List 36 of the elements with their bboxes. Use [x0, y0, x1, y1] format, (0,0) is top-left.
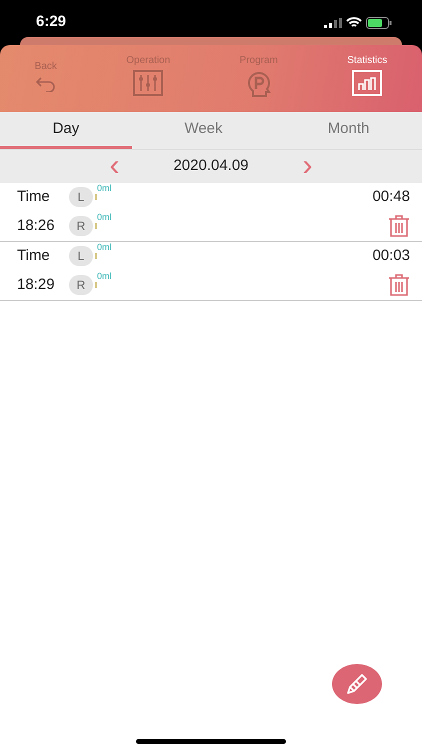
amount-label: 0ml — [97, 270, 112, 283]
nav-tab[interactable]: Statistics — [347, 53, 388, 96]
previous-button[interactable]: ‹ — [103, 151, 126, 181]
time-label: Time — [17, 246, 51, 266]
amount-label: 0ml — [97, 182, 112, 195]
time-value: 18:29 — [17, 274, 56, 295]
period-tab[interactable]: Month — [275, 112, 422, 148]
nav-tab[interactable]: Back — [34, 53, 57, 92]
edit-button[interactable] — [332, 664, 382, 704]
date-label: 2020.04.09 — [173, 156, 249, 176]
sliders-icon — [133, 70, 164, 96]
side-badge: L — [69, 187, 93, 207]
side-badge: R — [69, 275, 93, 295]
nav-tab[interactable]: Operation — [126, 53, 170, 96]
time-label: Time — [17, 186, 51, 207]
signal-icon — [324, 18, 342, 28]
nav-tab[interactable]: Program — [240, 53, 278, 98]
trash-icon — [388, 215, 410, 237]
trash-icon — [388, 274, 410, 296]
pencil-icon — [344, 671, 370, 697]
duration: 00:03 — [372, 246, 410, 266]
duration: 00:48 — [372, 186, 410, 207]
undo-arrow-icon — [34, 76, 57, 92]
next-button[interactable]: › — [296, 151, 319, 181]
side-badge: R — [69, 216, 93, 236]
amount-label: 0ml — [97, 241, 112, 254]
delete-button[interactable] — [388, 274, 410, 296]
bar-chart-icon — [352, 70, 382, 96]
clock: 6:29 — [36, 12, 66, 32]
amount-label: 0ml — [97, 211, 112, 224]
battery-icon — [366, 16, 392, 28]
side-badge: L — [69, 246, 93, 266]
wifi-icon — [346, 16, 362, 28]
period-tab[interactable]: Week — [132, 112, 276, 148]
time-value: 18:26 — [17, 216, 56, 236]
delete-button[interactable] — [388, 215, 410, 237]
